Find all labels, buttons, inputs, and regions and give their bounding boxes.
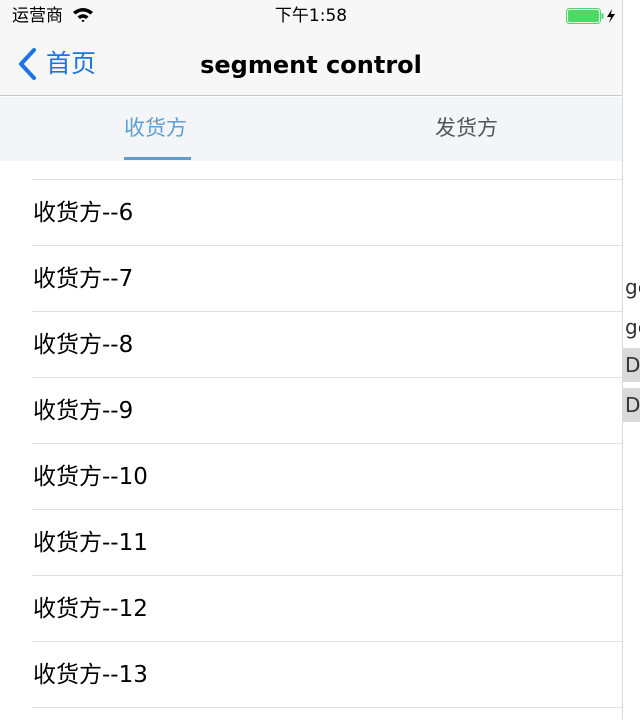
screen-edge-divider: [622, 0, 623, 720]
list-item[interactable]: 收货方--6: [0, 180, 622, 246]
list-item[interactable]: 收货方--9: [0, 378, 622, 444]
tab-shipper[interactable]: 发货方: [311, 97, 622, 161]
list-item[interactable]: 收货方--11: [0, 510, 622, 576]
list-item-label: 收货方--11: [33, 530, 148, 556]
background-window-text: ge: [625, 275, 640, 299]
background-window-text: ge: [625, 315, 640, 339]
list-item-label: 收货方--8: [33, 332, 134, 358]
tab-receiver[interactable]: 收货方: [0, 97, 311, 161]
status-bar: 运营商 下午1:58: [0, 0, 622, 32]
list-item-label: 收货方--6: [33, 200, 134, 226]
battery-icon: [566, 8, 615, 24]
list-item-label: 收货方--7: [33, 266, 134, 292]
phone-screen: 运营商 下午1:58 首页 segment control 收货方 发货方 收货…: [0, 0, 622, 720]
list-item-label: 收货方--9: [33, 398, 134, 424]
list-divider: [32, 707, 622, 708]
list-item[interactable]: 收货方--10: [0, 444, 622, 510]
list-item-label: 收货方--12: [33, 596, 148, 622]
segment-selected-indicator: [124, 157, 191, 160]
background-window: ge ge D D: [623, 0, 640, 720]
list-item[interactable]: 收货方--8: [0, 312, 622, 378]
receiver-list[interactable]: 收货方--6 收货方--7 收货方--8 收货方--9 收货方--10 收货方-…: [0, 161, 622, 720]
status-time: 下午1:58: [274, 6, 348, 26]
background-window-text: D: [623, 348, 640, 382]
navigation-bar: 首页 segment control: [0, 32, 622, 96]
page-title: segment control: [200, 51, 422, 79]
list-item-label: 收货方--10: [33, 464, 148, 490]
list-item[interactable]: 收货方--13: [0, 642, 622, 708]
list-item[interactable]: 收货方--12: [0, 576, 622, 642]
segment-control: 收货方 发货方: [0, 97, 622, 161]
list-item[interactable]: 收货方--7: [0, 246, 622, 312]
background-window-text: D: [623, 388, 640, 422]
list-item-label: 收货方--13: [33, 662, 148, 688]
